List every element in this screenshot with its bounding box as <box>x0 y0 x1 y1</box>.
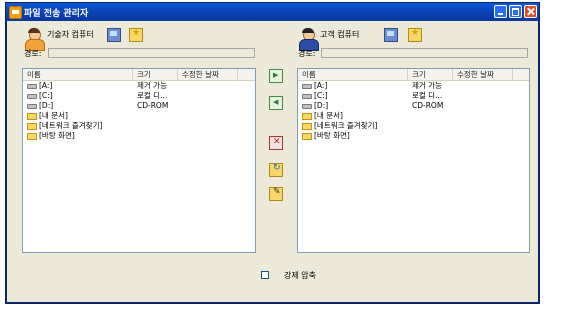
left-row-size: 로컬 디... <box>137 91 168 100</box>
left-list-row[interactable]: [네트워크 즐겨찾기] <box>23 121 255 131</box>
left-path-label: 경로: <box>24 49 42 58</box>
right-list-header: 이름 크기 수정한 날짜 <box>298 69 529 81</box>
right-list-row[interactable]: [C:] 로컬 디... <box>298 91 529 101</box>
right-row-name-text: [C:] <box>314 91 328 100</box>
left-col-name[interactable]: 이름 <box>23 69 133 80</box>
window-title: 파일 전송 관리자 <box>24 9 89 19</box>
left-row-name-text: [C:] <box>39 91 53 100</box>
left-row-name: [D:] <box>23 101 53 111</box>
left-row-name: [네트워크 즐겨찾기] <box>23 121 102 131</box>
left-list-rows: [A:] 제거 가능 [C:] 로컬 디... [D:] CD-ROM [내 문서] [네트워… <box>23 81 255 141</box>
right-list-row[interactable]: [내 문서] <box>298 111 529 121</box>
delete-button[interactable] <box>269 136 283 150</box>
left-list-row[interactable]: [D:] CD-ROM <box>23 101 255 111</box>
technician-avatar-icon <box>24 28 45 51</box>
right-row-name: [A:] <box>298 81 327 91</box>
drive-icon <box>27 103 37 109</box>
right-row-size: CD-ROM <box>412 101 444 110</box>
right-path-input[interactable] <box>321 48 528 58</box>
left-row-size: 제거 가능 <box>137 81 167 90</box>
right-row-name-text: [내 문서] <box>314 111 343 120</box>
right-row-name-text: [D:] <box>314 101 329 110</box>
force-compress-checkbox[interactable] <box>261 271 269 279</box>
customer-avatar-icon <box>298 28 319 51</box>
left-col-modified[interactable]: 수정한 날짜 <box>178 69 238 80</box>
transfer-to-technician-button[interactable] <box>269 96 283 110</box>
folder-icon <box>302 112 312 120</box>
right-path-label: 경로: <box>298 49 316 58</box>
folder-icon <box>27 122 37 130</box>
customer-computer-label: 고객 컴퓨터 <box>320 30 360 39</box>
drive-icon <box>302 93 312 99</box>
right-col-modified[interactable]: 수정한 날짜 <box>453 69 513 80</box>
right-file-list[interactable]: 이름 크기 수정한 날짜 [A:] 제거 가능 [C:] 로컬 디... [D:] CD-… <box>297 68 530 253</box>
left-row-name-text: [A:] <box>39 81 53 90</box>
drive-icon <box>27 83 37 89</box>
right-row-name: [내 문서] <box>298 111 343 121</box>
left-row-size: CD-ROM <box>137 101 169 110</box>
left-path-input[interactable] <box>48 48 255 58</box>
technician-computer-label: 기술자 컴퓨터 <box>47 30 94 39</box>
left-row-name: [바탕 화면] <box>23 131 75 141</box>
transfer-to-customer-button[interactable] <box>269 69 283 83</box>
right-col-name[interactable]: 이름 <box>298 69 408 80</box>
left-row-name-text: [네트워크 즐겨찾기] <box>39 121 103 130</box>
left-file-list[interactable]: 이름 크기 수정한 날짜 [A:] 제거 가능 [C:] 로컬 디... [D:] CD-… <box>22 68 256 253</box>
left-list-row[interactable]: [내 문서] <box>23 111 255 121</box>
drive-icon <box>302 103 312 109</box>
right-row-name: [네트워크 즐겨찾기] <box>298 121 377 131</box>
folder-icon <box>27 112 37 120</box>
left-computer-icon-button[interactable] <box>107 28 121 42</box>
rename-folder-button[interactable] <box>269 187 283 201</box>
left-list-header: 이름 크기 수정한 날짜 <box>23 69 255 81</box>
minimize-button[interactable] <box>494 5 507 18</box>
app-icon <box>9 6 22 19</box>
left-row-name: [A:] <box>23 81 52 91</box>
right-list-row[interactable]: [네트워크 즐겨찾기] <box>298 121 529 131</box>
folder-icon <box>27 132 37 140</box>
right-list-row[interactable]: [A:] 제거 가능 <box>298 81 529 91</box>
left-list-row[interactable]: [A:] 제거 가능 <box>23 81 255 91</box>
drive-icon <box>302 83 312 89</box>
left-row-name-text: [D:] <box>39 101 54 110</box>
window-client-area: 기술자 컴퓨터 경로: 이름 크기 수정한 날짜 [A:] 제거 가능 [C:] 로컬… <box>7 21 538 302</box>
right-list-row[interactable]: [바탕 화면] <box>298 131 529 141</box>
right-row-name-text: [네트워크 즐겨찾기] <box>314 121 378 130</box>
right-row-name-text: [바탕 화면] <box>314 131 350 140</box>
left-row-name: [내 문서] <box>23 111 68 121</box>
right-list-row[interactable]: [D:] CD-ROM <box>298 101 529 111</box>
force-compress-label: 강제 압축 <box>284 271 316 280</box>
right-row-name-text: [A:] <box>314 81 328 90</box>
folder-icon <box>302 122 312 130</box>
left-row-name-text: [내 문서] <box>39 111 68 120</box>
left-row-name: [C:] <box>23 91 53 101</box>
title-bar[interactable]: 파일 전송 관리자 <box>6 3 539 21</box>
file-transfer-window: 파일 전송 관리자 기술자 컴퓨터 경로: 이름 크기 수정한 날짜 [A:] 제… <box>5 2 540 304</box>
drive-icon <box>27 93 37 99</box>
left-favorites-folder-icon-button[interactable] <box>129 28 143 42</box>
right-row-name: [D:] <box>298 101 328 111</box>
right-favorites-folder-icon-button[interactable] <box>408 28 422 42</box>
right-row-name: [C:] <box>298 91 328 101</box>
left-row-name-text: [바탕 화면] <box>39 131 75 140</box>
right-computer-icon-button[interactable] <box>384 28 398 42</box>
close-button[interactable] <box>524 5 537 18</box>
right-row-name: [바탕 화면] <box>298 131 350 141</box>
right-list-rows: [A:] 제거 가능 [C:] 로컬 디... [D:] CD-ROM [내 문서] [네트워… <box>298 81 529 141</box>
right-col-size[interactable]: 크기 <box>408 69 453 80</box>
right-row-size: 로컬 디... <box>412 91 443 100</box>
maximize-button[interactable] <box>509 5 522 18</box>
right-row-size: 제거 가능 <box>412 81 442 90</box>
left-list-row[interactable]: [C:] 로컬 디... <box>23 91 255 101</box>
left-list-row[interactable]: [바탕 화면] <box>23 131 255 141</box>
folder-icon <box>302 132 312 140</box>
refresh-folder-button[interactable] <box>269 163 283 177</box>
left-col-size[interactable]: 크기 <box>133 69 178 80</box>
